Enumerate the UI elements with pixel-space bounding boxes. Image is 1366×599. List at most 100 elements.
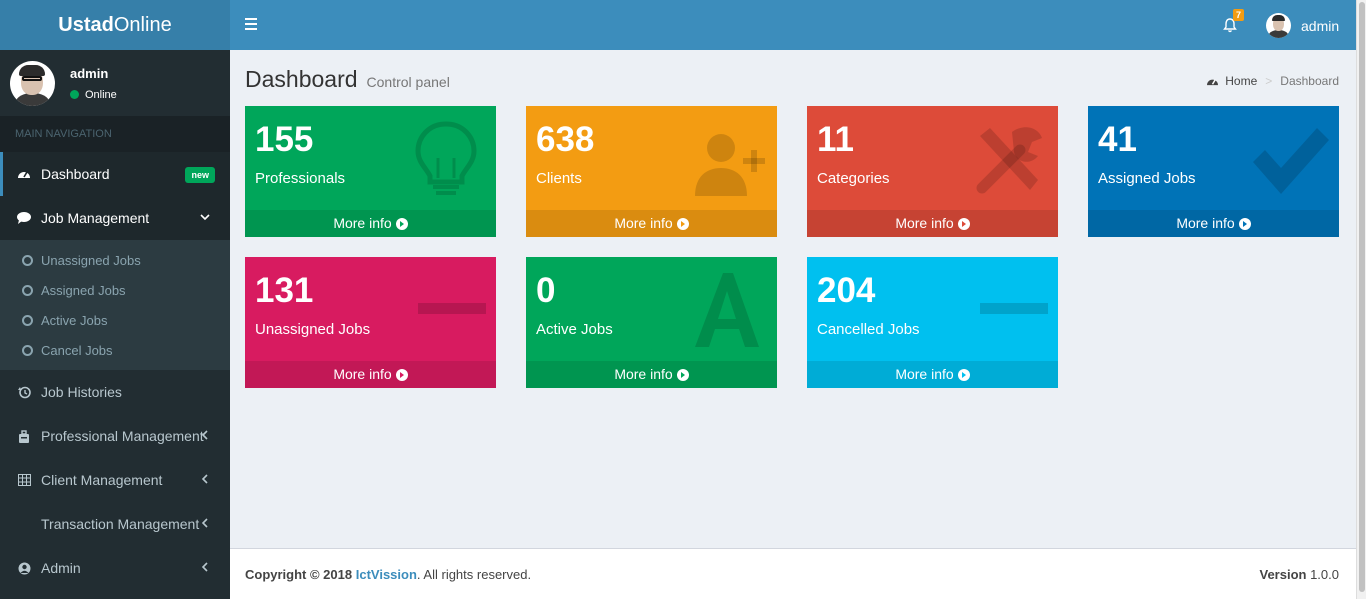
check-icon — [1253, 128, 1329, 194]
app-logo[interactable]: Ustad Online — [0, 0, 230, 50]
stat-label: Active Jobs — [536, 321, 613, 338]
user-plus-icon — [695, 134, 765, 196]
chevron-down-icon — [200, 214, 210, 221]
stat-box-unassigned-jobs: 131 Unassigned Jobs More info — [245, 257, 496, 388]
content-header: Dashboard Control panel — [245, 66, 450, 93]
new-badge: new — [185, 167, 215, 183]
sidebar-item-label: Admin — [41, 560, 81, 576]
page-subtitle: Control panel — [366, 74, 450, 90]
more-info-link[interactable]: More info — [526, 210, 777, 237]
stat-value: 155 — [255, 120, 314, 159]
more-info-link[interactable]: More info — [245, 361, 496, 388]
lightbulb-icon — [415, 121, 477, 195]
stat-box-professionals: 155 Professionals More info — [245, 106, 496, 237]
stat-value: 41 — [1098, 120, 1137, 159]
user-status: Online — [70, 89, 117, 101]
letter-a-icon — [695, 273, 759, 347]
user-menu[interactable]: admin — [1266, 13, 1339, 38]
topbar: 7 admin — [230, 0, 1356, 50]
main-footer: Copyright © 2018 IctVission. All rights … — [230, 548, 1356, 599]
sidebar-item-label: Client Management — [41, 472, 163, 488]
sidebar-item-job-management[interactable]: Job Management — [0, 196, 230, 240]
stat-box-active-jobs: 0 Active Jobs More info — [526, 257, 777, 388]
table-icon — [17, 473, 31, 487]
submenu-item-cancel-jobs[interactable]: Cancel Jobs — [0, 335, 230, 365]
arrow-circle-right-icon — [1238, 217, 1251, 230]
breadcrumb-home-link[interactable]: Home — [1225, 74, 1257, 88]
job-management-submenu: Unassigned Jobs Assigned Jobs Active Job… — [0, 240, 230, 370]
circle-icon — [22, 284, 33, 296]
stat-label: Unassigned Jobs — [255, 321, 371, 338]
arrow-circle-right-icon — [395, 368, 408, 381]
dashboard-icon — [17, 167, 31, 181]
scrollbar[interactable] — [1356, 0, 1366, 599]
notification-count-badge: 7 — [1233, 9, 1245, 21]
tools-icon — [976, 127, 1042, 194]
blank-icon — [17, 517, 31, 531]
stat-box-cancelled-jobs: 204 Cancelled Jobs More info — [807, 257, 1058, 388]
sidebar-item-label: Job Management — [41, 210, 150, 226]
company-link[interactable]: IctVission — [356, 567, 417, 582]
chevron-left-icon — [201, 474, 208, 484]
chevron-left-icon — [201, 518, 208, 528]
submenu-item-unassigned-jobs[interactable]: Unassigned Jobs — [0, 245, 230, 275]
stat-label: Cancelled Jobs — [817, 321, 920, 338]
submenu-item-active-jobs[interactable]: Active Jobs — [0, 305, 230, 335]
chevron-left-icon — [201, 430, 208, 440]
arrow-circle-right-icon — [395, 217, 408, 230]
arrow-circle-right-icon — [957, 217, 970, 230]
sidebar-item-label: Professional Management — [41, 428, 204, 444]
stat-value: 0 — [536, 271, 556, 310]
comment-icon — [17, 211, 31, 225]
stat-label: Assigned Jobs — [1098, 170, 1196, 187]
stat-box-categories: 11 Categories More info — [807, 106, 1058, 237]
more-info-link[interactable]: More info — [807, 210, 1058, 237]
more-info-link[interactable]: More info — [245, 210, 496, 237]
breadcrumb-separator: > — [1265, 74, 1273, 88]
sidebar-item-client-management[interactable]: Client Management — [0, 458, 230, 502]
sidebar-toggle-icon[interactable] — [245, 18, 257, 30]
sidebar-item-dashboard[interactable]: Dashboard new — [0, 152, 230, 196]
topbar-user-name: admin — [1301, 17, 1340, 34]
sidebar-item-label: Dashboard — [41, 166, 110, 182]
stat-value: 131 — [255, 271, 314, 310]
avatar — [10, 60, 55, 106]
nav-header: MAIN NAVIGATION — [0, 116, 230, 152]
stat-box-assigned-jobs: 41 Assigned Jobs More info — [1088, 106, 1339, 237]
arrow-circle-right-icon — [957, 368, 970, 381]
chevron-left-icon — [201, 562, 208, 572]
sidebar-item-label: Transaction Management — [41, 516, 200, 532]
sidebar-item-professional-management[interactable]: Professional Management — [0, 414, 230, 458]
stat-value: 204 — [817, 271, 876, 310]
more-info-link[interactable]: More info — [807, 361, 1058, 388]
copyright: Copyright © 2018 IctVission. All rights … — [245, 567, 532, 582]
online-dot-icon — [70, 90, 79, 99]
submenu-item-assigned-jobs[interactable]: Assigned Jobs — [0, 275, 230, 305]
stat-label: Clients — [536, 170, 582, 187]
user-circle-icon — [17, 561, 31, 575]
version-info: Version 1.0.0 — [1259, 567, 1339, 582]
minus-icon — [418, 303, 486, 314]
sidebar-item-transaction-management[interactable]: Transaction Management — [0, 502, 230, 546]
circle-icon — [22, 344, 33, 356]
user-name: admin — [70, 65, 109, 81]
user-panel: admin Online — [0, 50, 230, 116]
sidebar: Ustad Online admin Online MAIN NAVIGATION… — [0, 0, 230, 599]
arrow-circle-right-icon — [676, 217, 689, 230]
logo-rest: Online — [113, 13, 172, 36]
logo-bold: Ustad — [58, 13, 114, 36]
dashboard-icon — [1207, 78, 1219, 85]
sidebar-item-job-histories[interactable]: Job Histories — [0, 370, 230, 414]
stat-label: Categories — [817, 170, 890, 187]
stat-label: Professionals — [255, 170, 346, 187]
breadcrumb: Home > Dashboard — [1206, 74, 1339, 88]
more-info-link[interactable]: More info — [526, 361, 777, 388]
breadcrumb-current: Dashboard — [1280, 74, 1339, 88]
briefcase-icon — [17, 429, 31, 443]
sidebar-item-admin[interactable]: Admin — [0, 546, 230, 590]
circle-icon — [22, 314, 33, 326]
arrow-circle-right-icon — [676, 368, 689, 381]
avatar — [1266, 13, 1291, 38]
circle-icon — [22, 254, 33, 266]
more-info-link[interactable]: More info — [1088, 210, 1339, 237]
